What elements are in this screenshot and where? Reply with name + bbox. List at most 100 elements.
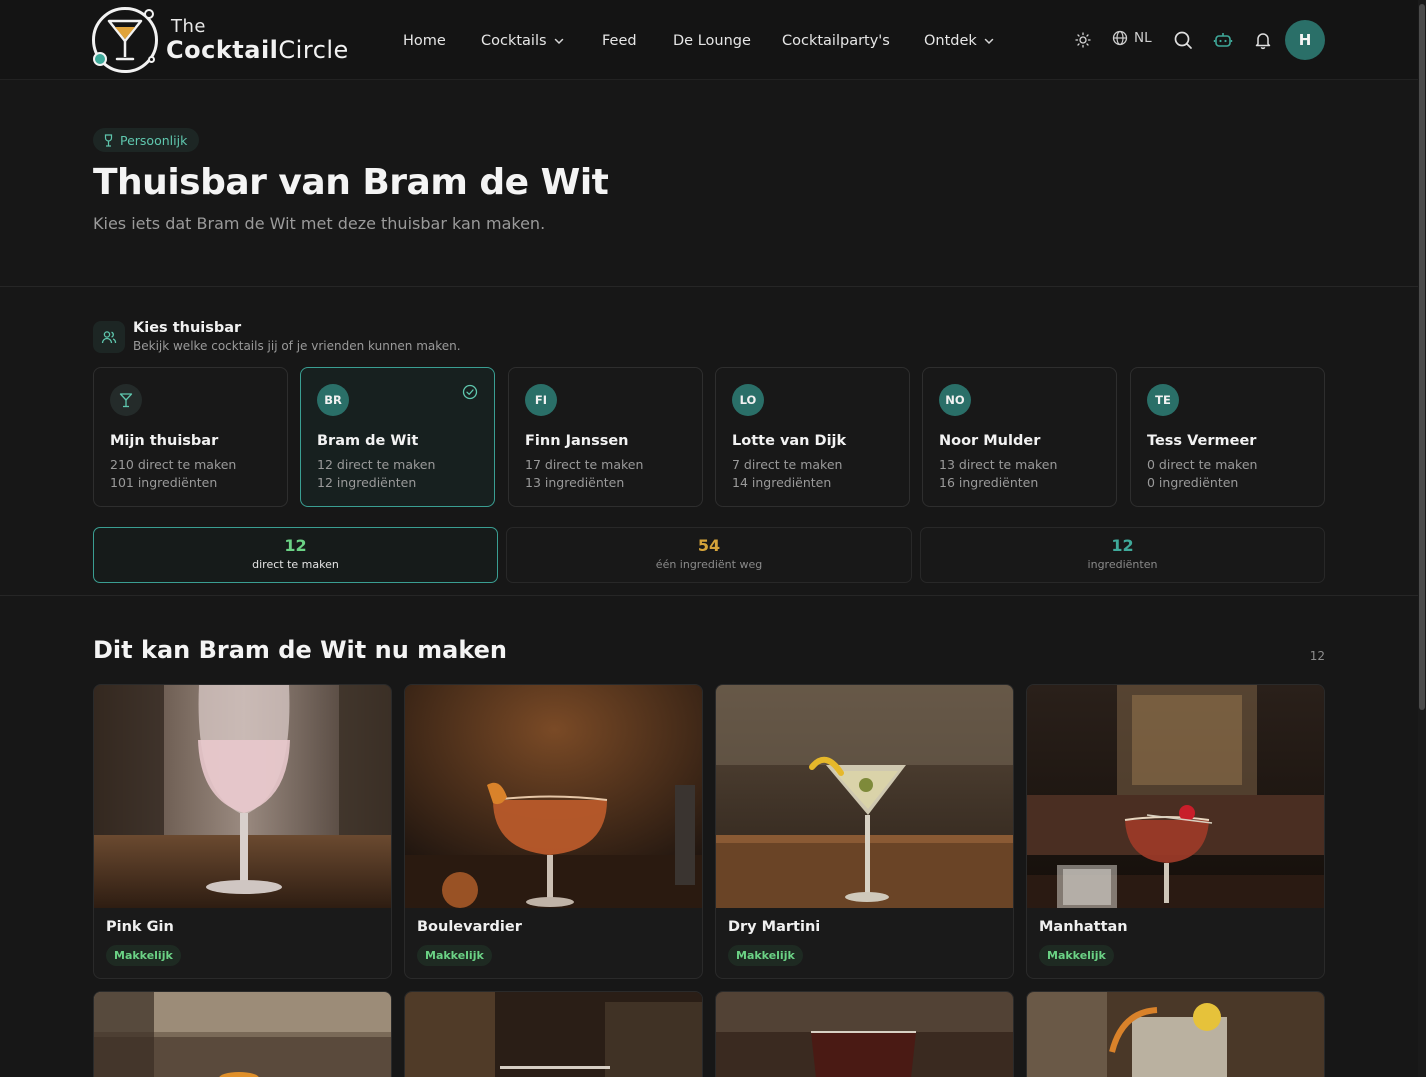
stat-label: één ingrediënt weg: [655, 558, 763, 571]
difficulty-badge: Makkelijk: [728, 945, 803, 966]
cocktail-card[interactable]: [1026, 991, 1325, 1077]
bar-card-finn-janssen[interactable]: FI Finn Janssen 17 direct te maken 13 in…: [508, 367, 703, 507]
users-icon: [93, 321, 125, 353]
personal-badge-label: Persoonlijk: [120, 132, 188, 148]
bar-direct-count: 17 direct te maken: [525, 457, 644, 472]
bar-direct-count: 210 direct te maken: [110, 457, 237, 472]
personal-badge: Persoonlijk: [93, 128, 200, 152]
bell-icon: [1255, 33, 1271, 50]
nav-home[interactable]: Home: [403, 33, 446, 49]
nav-party-label: Cocktailparty's: [782, 33, 890, 49]
martini-glass-icon: [107, 19, 143, 61]
cocktail-name: Manhattan: [1039, 919, 1128, 935]
bar-name: Lotte van Dijk: [732, 433, 847, 449]
bar-ingredient-count: 14 ingrediënten: [732, 475, 832, 490]
nav-ontdek[interactable]: Ontdek: [924, 33, 995, 49]
logo-word-rest: Circle: [278, 36, 349, 64]
bar-avatar: TE: [1147, 384, 1179, 416]
logo-wordmark: CocktailCircle: [166, 36, 349, 64]
cocktail-photo: [405, 992, 702, 1077]
chooser-title: Kies thuisbar: [133, 320, 242, 336]
bar-ingredient-count: 0 ingrediënten: [1147, 475, 1239, 490]
cocktail-photo: [716, 685, 1013, 908]
cocktail-photo: [94, 992, 391, 1077]
page-title: Thuisbar van Bram de Wit: [93, 162, 609, 203]
bar-direct-count: 13 direct te maken: [939, 457, 1058, 472]
stat-value: 54: [697, 536, 721, 555]
section-count: 12: [1309, 649, 1325, 663]
assistant-button[interactable]: [1212, 28, 1234, 52]
theme-toggle[interactable]: [1072, 28, 1094, 52]
nav-cocktails[interactable]: Cocktails: [481, 33, 565, 49]
bar-name: Mijn thuisbar: [110, 433, 219, 449]
chevron-down-icon: [984, 38, 994, 45]
bar-direct-count: 0 direct te maken: [1147, 457, 1258, 472]
bar-direct-count: 12 direct te maken: [317, 457, 436, 472]
nav-lounge-label: De Lounge: [673, 33, 751, 49]
logo-the: The: [171, 16, 206, 37]
bar-direct-count: 7 direct te maken: [732, 457, 843, 472]
nav-feed-label: Feed: [602, 33, 637, 49]
robot-icon: [1213, 33, 1233, 47]
stat-one-missing[interactable]: 54 één ingrediënt weg: [506, 527, 912, 583]
nav-feed[interactable]: Feed: [602, 33, 637, 49]
difficulty-badge: Makkelijk: [417, 945, 492, 966]
sun-icon: [1075, 32, 1091, 48]
cocktail-photo: [716, 992, 1013, 1077]
bar-card-mijn-thuisbar[interactable]: Mijn thuisbar 210 direct te maken 101 in…: [93, 367, 288, 507]
bar-name: Tess Vermeer: [1147, 433, 1257, 449]
cocktail-photo: [1027, 992, 1324, 1077]
bar-ingredient-count: 101 ingrediënten: [110, 475, 218, 490]
bar-avatar: LO: [732, 384, 764, 416]
nav-home-label: Home: [403, 33, 446, 49]
cocktail-name: Dry Martini: [728, 919, 821, 935]
nav-lounge[interactable]: De Lounge: [673, 33, 751, 49]
stat-label: direct te maken: [252, 558, 339, 571]
bar-card-noor-mulder[interactable]: NO Noor Mulder 13 direct te maken 16 ing…: [922, 367, 1117, 507]
chooser-subtitle: Bekijk welke cocktails jij of je vriende…: [133, 339, 461, 353]
wine-glass-icon: [104, 133, 113, 147]
bar-card-tess-vermeer[interactable]: TE Tess Vermeer 0 direct te maken 0 ingr…: [1130, 367, 1325, 507]
bar-ingredient-count: 12 ingrediënten: [317, 475, 417, 490]
bar-name: Noor Mulder: [939, 433, 1041, 449]
logo[interactable]: The CocktailCircle: [92, 7, 348, 73]
cocktail-card-dry-martini[interactable]: Dry Martini Makkelijk: [715, 684, 1014, 979]
divider: [0, 286, 1418, 287]
difficulty-badge: Makkelijk: [1039, 945, 1114, 966]
cocktail-name: Pink Gin: [106, 919, 174, 935]
divider: [0, 595, 1418, 596]
cocktail-card-boulevardier[interactable]: Boulevardier Makkelijk: [404, 684, 703, 979]
stat-label: ingrediënten: [1087, 558, 1158, 571]
search-button[interactable]: [1172, 28, 1194, 52]
notifications-button[interactable]: [1252, 28, 1274, 52]
bar-ingredient-count: 16 ingrediënten: [939, 475, 1039, 490]
nav-cocktails-label: Cocktails: [481, 33, 547, 49]
bar-card-lotte-van-dijk[interactable]: LO Lotte van Dijk 7 direct te maken 14 i…: [715, 367, 910, 507]
language-switcher[interactable]: NL: [1112, 30, 1152, 46]
stat-ingredients[interactable]: 12 ingrediënten: [920, 527, 1325, 583]
cocktail-card[interactable]: [93, 991, 392, 1077]
scrollbar-thumb[interactable]: [1419, 4, 1425, 710]
logo-dot: [148, 56, 155, 63]
nav-ontdek-label: Ontdek: [924, 33, 977, 49]
bar-avatar: BR: [317, 384, 349, 416]
cocktail-name: Boulevardier: [417, 919, 522, 935]
page-subtitle: Kies iets dat Bram de Wit met deze thuis…: [93, 214, 546, 233]
top-navigation: The CocktailCircle Home Cocktails Feed D…: [0, 0, 1418, 80]
cocktail-photo: [94, 685, 391, 908]
stat-direct[interactable]: 12 direct te maken: [93, 527, 498, 583]
globe-icon: [1112, 30, 1128, 46]
bar-card-bram-de-wit[interactable]: BR Bram de Wit 12 direct te maken 12 ing…: [300, 367, 495, 507]
cocktail-card[interactable]: [715, 991, 1014, 1077]
cocktail-card-manhattan[interactable]: Manhattan Makkelijk: [1026, 684, 1325, 979]
difficulty-badge: Makkelijk: [106, 945, 181, 966]
cocktail-card[interactable]: [404, 991, 703, 1077]
logo-word-bold: Cocktail: [166, 36, 279, 64]
bar-name: Finn Janssen: [525, 433, 629, 449]
user-avatar[interactable]: H: [1285, 20, 1325, 60]
nav-cocktailparties[interactable]: Cocktailparty's: [782, 33, 890, 49]
bar-ingredient-count: 13 ingrediënten: [525, 475, 625, 490]
bar-avatar: NO: [939, 384, 971, 416]
section-title: Dit kan Bram de Wit nu maken: [93, 636, 508, 664]
cocktail-card-pink-gin[interactable]: Pink Gin Makkelijk: [93, 684, 392, 979]
